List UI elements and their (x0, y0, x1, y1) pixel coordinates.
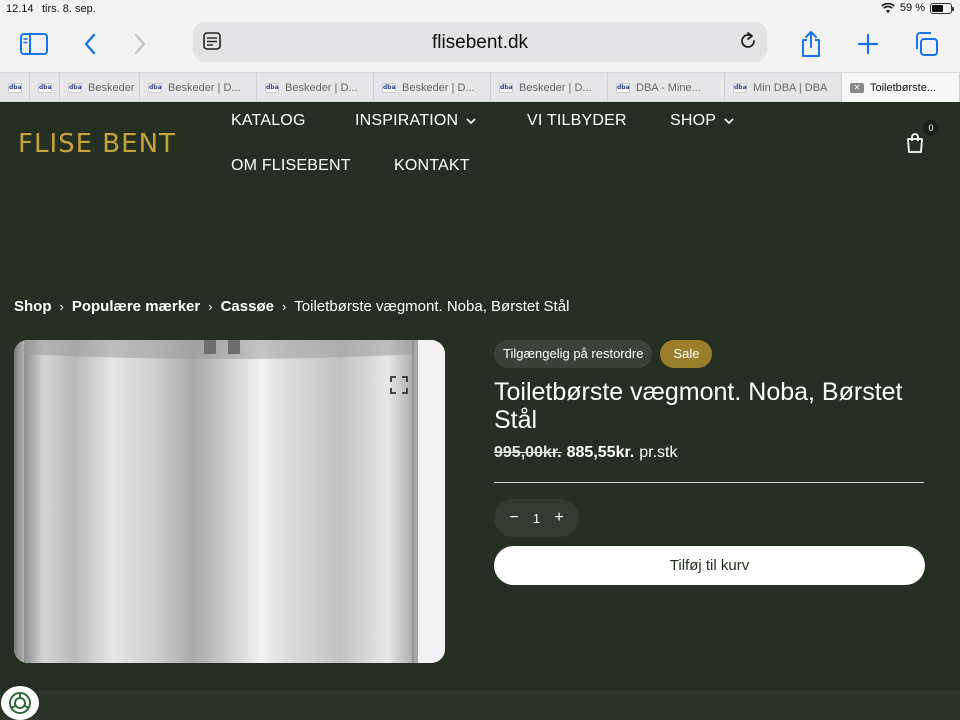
tab-strip: dba dba dba Beskeder dba Beskeder | D...… (0, 72, 960, 102)
dba-favicon-icon: dba (38, 82, 52, 93)
footer-band (0, 691, 960, 720)
nav-label: INSPIRATION (355, 112, 459, 129)
status-right: 59 % (881, 2, 954, 14)
tab-label: Beskeder | D... (285, 81, 358, 94)
browser-tab[interactable]: dba Beskeder | D... (491, 73, 608, 102)
nav-label: KATALOG (231, 112, 306, 129)
breadcrumb-current: Toiletbørste vægmont. Noba, Børstet Stål (294, 298, 570, 315)
dba-favicon-icon: dba (265, 82, 279, 93)
share-icon (802, 31, 820, 57)
sale-badge: Sale (660, 340, 713, 368)
nav-label: KONTAKT (394, 157, 470, 174)
breadcrumb-link-shop[interactable]: Shop (14, 298, 52, 315)
browser-tab-active[interactable]: ✕ Toiletbørste... (842, 73, 960, 102)
chevron-right-icon (134, 33, 146, 55)
cart-count-badge: 0 (923, 120, 939, 136)
browser-tab[interactable]: dba (30, 73, 60, 102)
nav-item-katalog[interactable]: KATALOG (231, 112, 306, 130)
browser-toolbar: flisebent.dk (0, 18, 960, 72)
breadcrumb-link-populaere-maerker[interactable]: Populære mærker (72, 298, 200, 315)
breadcrumb-separator-icon: › (281, 299, 287, 314)
sidebar-icon (20, 33, 48, 55)
tab-label: DBA - Mine... (636, 81, 701, 94)
expand-icon[interactable] (389, 375, 409, 395)
dba-favicon-icon: dba (68, 82, 82, 93)
plus-icon (857, 33, 879, 55)
browser-tab[interactable]: dba DBA - Mine... (608, 73, 725, 102)
browser-tab[interactable]: dba Beskeder | D... (374, 73, 491, 102)
tab-label: Beskeder | D... (402, 81, 475, 94)
breadcrumb: Shop › Populære mærker › Cassøe › Toilet… (14, 298, 569, 315)
product-image[interactable] (14, 340, 445, 663)
price-unit: pr.stk (639, 444, 678, 461)
dba-favicon-icon: dba (8, 82, 22, 93)
product-photo (14, 340, 445, 663)
back-button[interactable] (74, 28, 106, 60)
tab-label: Toiletbørste... (870, 81, 937, 94)
breadcrumb-separator-icon: › (59, 299, 64, 314)
nav-label: OM FLISEBENT (231, 157, 351, 174)
website: FLISE BENT KATALOG INSPIRATION VI TILBYD… (0, 102, 960, 720)
share-button[interactable] (795, 28, 827, 60)
product-badges: Tilgængelig på restordre Sale (494, 340, 713, 368)
browser-tab[interactable]: dba Min DBA | DBA (725, 73, 842, 102)
divider (494, 482, 924, 483)
breadcrumb-separator-icon: › (208, 299, 213, 314)
dba-favicon-icon: dba (499, 82, 513, 93)
wifi-icon (881, 2, 895, 13)
chevron-left-icon (84, 33, 96, 55)
nav-item-om-flisebent[interactable]: OM FLISEBENT (231, 157, 351, 175)
plus-icon[interactable]: + (553, 509, 565, 527)
battery-percent: 59 % (899, 2, 925, 14)
chevron-down-icon (724, 118, 734, 125)
cart-icon[interactable] (904, 132, 926, 154)
browser-tab[interactable]: dba (0, 73, 30, 102)
browser-tab[interactable]: dba Beskeder | D... (140, 73, 257, 102)
nav-item-inspiration[interactable]: INSPIRATION (355, 112, 476, 130)
nav-item-shop[interactable]: SHOP (670, 112, 734, 130)
tab-label: Beskeder | D... (168, 81, 241, 94)
nav-item-vi-tilbyder[interactable]: VI TILBYDER (527, 112, 627, 130)
breadcrumb-link-cassoe[interactable]: Cassøe (221, 298, 274, 315)
battery-icon (930, 2, 954, 14)
quantity-stepper[interactable]: − 1 + (494, 499, 579, 537)
url-text[interactable]: flisebent.dk (193, 32, 767, 54)
nav-label: SHOP (670, 112, 717, 129)
price-old: 995,00kr. (494, 444, 562, 461)
status-bar: 12.14 tirs. 8. sep. 59 % (0, 0, 960, 18)
dba-favicon-icon: dba (148, 82, 162, 93)
nav-item-kontakt[interactable]: KONTAKT (394, 157, 470, 175)
chevron-down-icon (466, 118, 476, 125)
tab-label: Min DBA | DBA (753, 81, 828, 94)
nav-label: VI TILBYDER (527, 112, 627, 129)
reload-icon[interactable] (737, 30, 759, 52)
quantity-value[interactable]: 1 (533, 511, 540, 526)
tab-label: Beskeder (88, 81, 135, 94)
dba-favicon-icon: dba (733, 82, 747, 93)
recycle-icon (9, 692, 31, 714)
sidebar-toggle-button[interactable] (18, 28, 50, 60)
tab-label: Beskeder | D... (519, 81, 592, 94)
tabs-icon (916, 32, 938, 56)
tabs-overview-button[interactable] (910, 28, 942, 60)
new-tab-button[interactable] (852, 28, 884, 60)
status-date: tirs. 8. sep. (42, 3, 96, 15)
forward-button[interactable] (124, 28, 156, 60)
browser-tab[interactable]: dba Beskeder | D... (257, 73, 374, 102)
product-title: Toiletbørste vægmont. Noba, Børstet Stål (494, 378, 903, 434)
address-bar[interactable]: flisebent.dk (193, 22, 767, 62)
browser-tab[interactable]: dba Beskeder (60, 73, 140, 102)
eco-badge[interactable] (1, 686, 39, 720)
site-logo[interactable]: FLISE BENT (18, 129, 176, 159)
price-row: 995,00kr. 885,55kr. pr.stk (494, 444, 677, 462)
dba-favicon-icon: dba (382, 82, 396, 93)
close-tab-icon[interactable]: ✕ (850, 82, 864, 93)
stock-badge: Tilgængelig på restordre (494, 340, 653, 368)
minus-icon[interactable]: − (508, 509, 520, 527)
price-new: 885,55kr. (566, 444, 635, 461)
add-to-cart-button[interactable]: Tilføj til kurv (494, 546, 925, 585)
dba-favicon-icon: dba (616, 82, 630, 93)
status-time: 12.14 (6, 3, 34, 15)
